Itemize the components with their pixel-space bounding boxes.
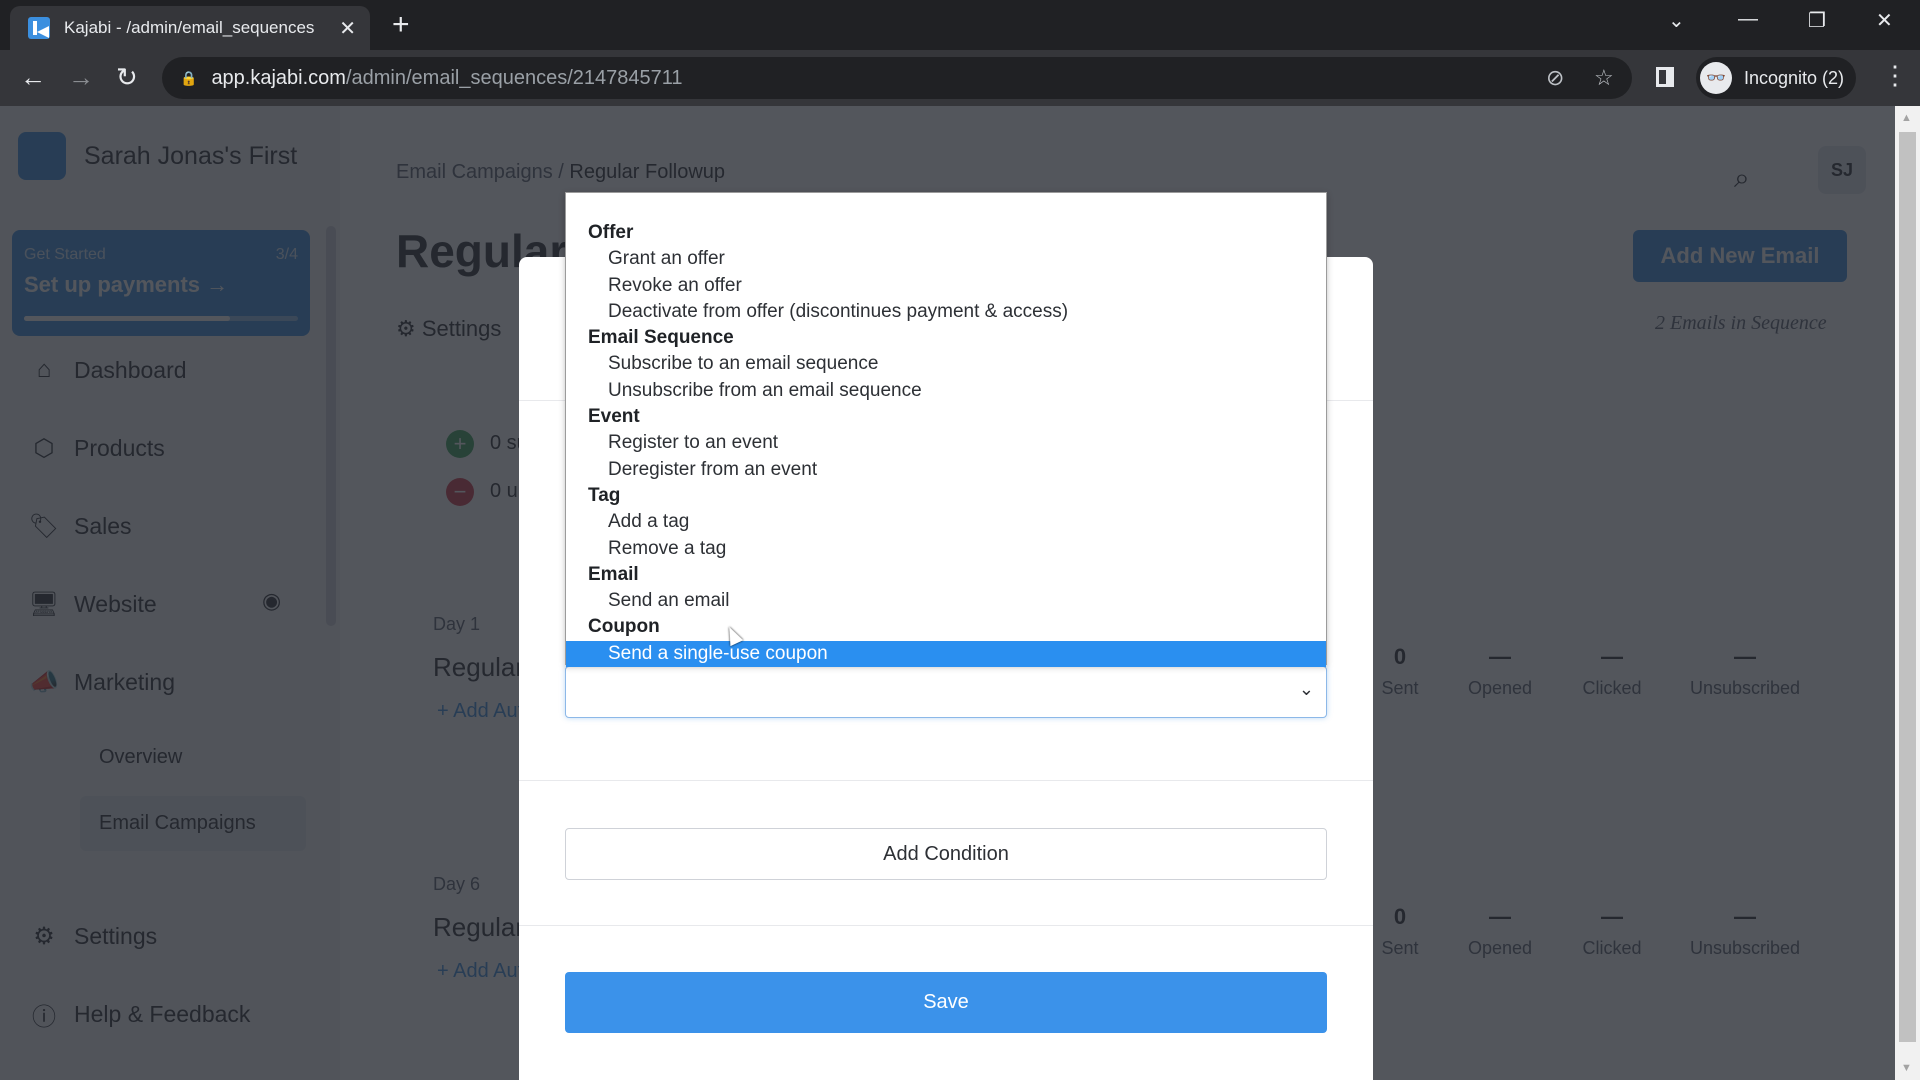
divider xyxy=(519,780,1373,781)
restore-icon[interactable]: ❐ xyxy=(1808,8,1826,33)
chevron-down-icon: ⌄ xyxy=(1298,679,1314,699)
browser-tab-bar: Kajabi - /admin/email_sequences ✕ + ⌄ — … xyxy=(0,0,1920,50)
optgroup-label: Email Sequence xyxy=(588,327,734,349)
scrollbar-thumb[interactable] xyxy=(1899,132,1916,1042)
optgroup-label: Email xyxy=(588,563,639,585)
dropdown-option[interactable]: Deregister from an event xyxy=(566,457,1326,483)
optgroup-label: Tag xyxy=(588,484,621,506)
save-button[interactable]: Save xyxy=(565,972,1327,1033)
back-icon[interactable]: ← xyxy=(20,62,46,93)
bookmark-star-icon[interactable]: ☆ xyxy=(1594,57,1614,99)
scroll-down-icon[interactable]: ▼ xyxy=(1901,1062,1912,1074)
side-panel-icon[interactable] xyxy=(1656,67,1674,87)
incognito-label: Incognito (2) xyxy=(1744,67,1845,88)
scroll-up-icon[interactable]: ▲ xyxy=(1901,112,1912,124)
lock-icon: 🔒 xyxy=(180,69,198,86)
action-select[interactable]: ⌄ xyxy=(565,666,1327,718)
dropdown-option[interactable]: Register to an event xyxy=(566,430,1326,456)
dropdown-option[interactable]: Revoke an offer xyxy=(566,273,1326,299)
optgroup-label: Offer xyxy=(588,222,634,243)
tab-search-chevron-icon[interactable]: ⌄ xyxy=(1668,8,1685,33)
eye-off-icon[interactable]: ⊘ xyxy=(1546,57,1564,99)
reload-icon[interactable]: ↻ xyxy=(116,62,138,93)
dropdown-option[interactable]: Subscribe to an email sequence xyxy=(566,351,1326,377)
optgroup-label: Event xyxy=(588,406,640,428)
incognito-profile-button[interactable]: 👓 Incognito (2) xyxy=(1696,57,1856,99)
url-path: /admin/email_sequences/2147845711 xyxy=(345,66,683,89)
url-input[interactable]: 🔒 app.kajabi.com/admin/email_sequences/2… xyxy=(162,57,1632,99)
dropdown-option[interactable]: Send a single-use coupon xyxy=(566,640,1326,668)
dropdown-option[interactable]: Add a tag xyxy=(566,509,1326,535)
action-dropdown-list: Offer Grant an offer Revoke an offer Deacti… xyxy=(565,192,1327,668)
tab-title: Kajabi - /admin/email_sequences xyxy=(64,18,315,37)
add-condition-button[interactable]: Add Condition xyxy=(565,828,1327,880)
dropdown-option[interactable]: Unsubscribe from an email sequence xyxy=(566,378,1326,404)
divider xyxy=(519,925,1373,926)
new-tab-icon[interactable]: + xyxy=(392,8,410,42)
browser-tab[interactable]: Kajabi - /admin/email_sequences ✕ xyxy=(10,6,370,50)
incognito-icon: 👓 xyxy=(1700,62,1732,94)
kajabi-favicon-icon xyxy=(28,17,50,39)
address-bar: ← → ↻ 🔒 app.kajabi.com/admin/email_seque… xyxy=(0,50,1920,106)
forward-icon[interactable]: → xyxy=(68,62,94,93)
dropdown-option[interactable]: Grant an offer xyxy=(566,246,1326,272)
url-host: app.kajabi.com xyxy=(211,66,346,89)
page-scrollbar[interactable]: ▲ ▼ xyxy=(1895,106,1920,1080)
minimize-icon[interactable]: — xyxy=(1738,8,1758,31)
dropdown-option[interactable]: Send an email xyxy=(566,588,1326,614)
dropdown-option[interactable]: Deactivate from offer (discontinues paym… xyxy=(566,299,1326,325)
optgroup-label: Coupon xyxy=(588,616,660,638)
window-close-icon[interactable]: ✕ xyxy=(1876,8,1893,33)
close-tab-icon[interactable]: ✕ xyxy=(339,16,356,41)
browser-menu-icon[interactable]: ⋮ xyxy=(1882,60,1908,91)
dropdown-option[interactable]: Remove a tag xyxy=(566,536,1326,562)
